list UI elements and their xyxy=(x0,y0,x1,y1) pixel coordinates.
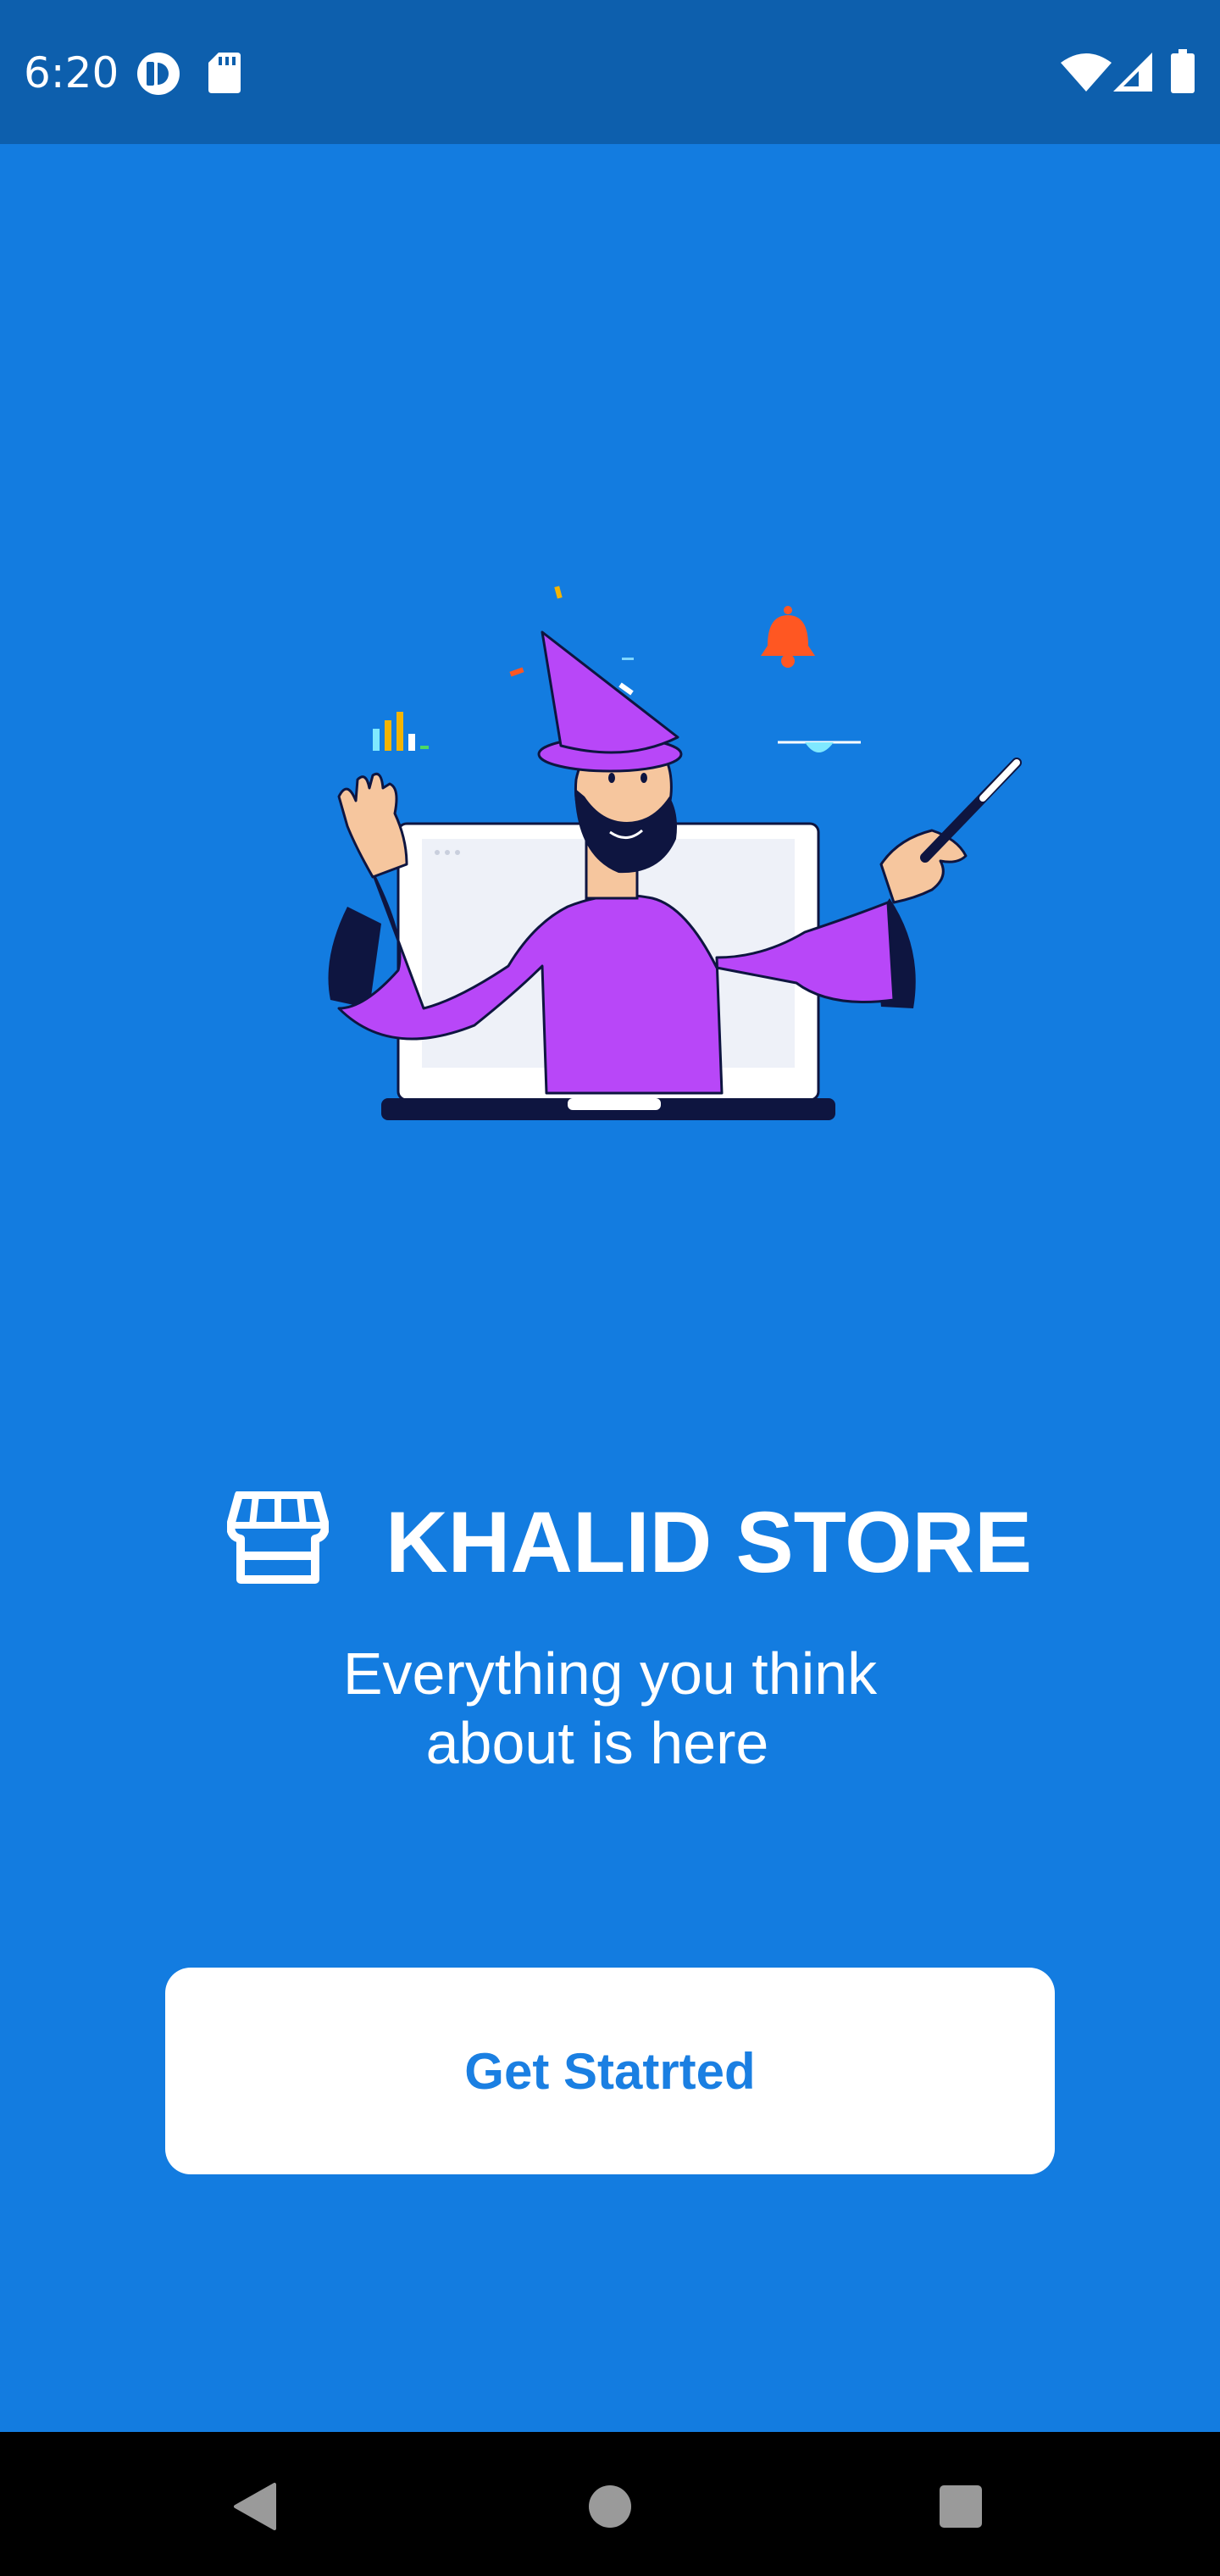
tagline: Everything you think about is here xyxy=(254,1639,966,1778)
wizard-illustration xyxy=(288,585,1034,1131)
sd-card-icon xyxy=(208,53,241,97)
back-icon xyxy=(230,2481,278,2536)
home-icon xyxy=(587,2484,633,2534)
status-bar: 6:20 xyxy=(0,0,1220,144)
status-time: 6:20 xyxy=(24,48,119,97)
brand-name: KHALID STORE xyxy=(385,1494,1033,1591)
recents-button[interactable] xyxy=(910,2466,1012,2551)
battery-icon xyxy=(1171,49,1195,97)
welcome-screen: KHALID STORE Everything you think about … xyxy=(0,144,1220,2432)
signal-icon xyxy=(1113,53,1152,96)
brand-header: KHALID STORE xyxy=(0,1483,1220,1593)
get-started-button[interactable]: Get Statrted xyxy=(165,1968,1055,2174)
tagline-line-1: Everything you think xyxy=(342,1641,878,1707)
tagline-line-2: about is here xyxy=(425,1710,769,1776)
recents-icon xyxy=(938,2484,984,2534)
back-button[interactable] xyxy=(203,2466,305,2551)
wifi-icon xyxy=(1061,53,1112,96)
navigation-bar xyxy=(0,2432,1220,2576)
notification-circle-icon xyxy=(136,51,181,101)
home-button[interactable] xyxy=(559,2466,661,2551)
store-icon xyxy=(226,1491,330,1591)
